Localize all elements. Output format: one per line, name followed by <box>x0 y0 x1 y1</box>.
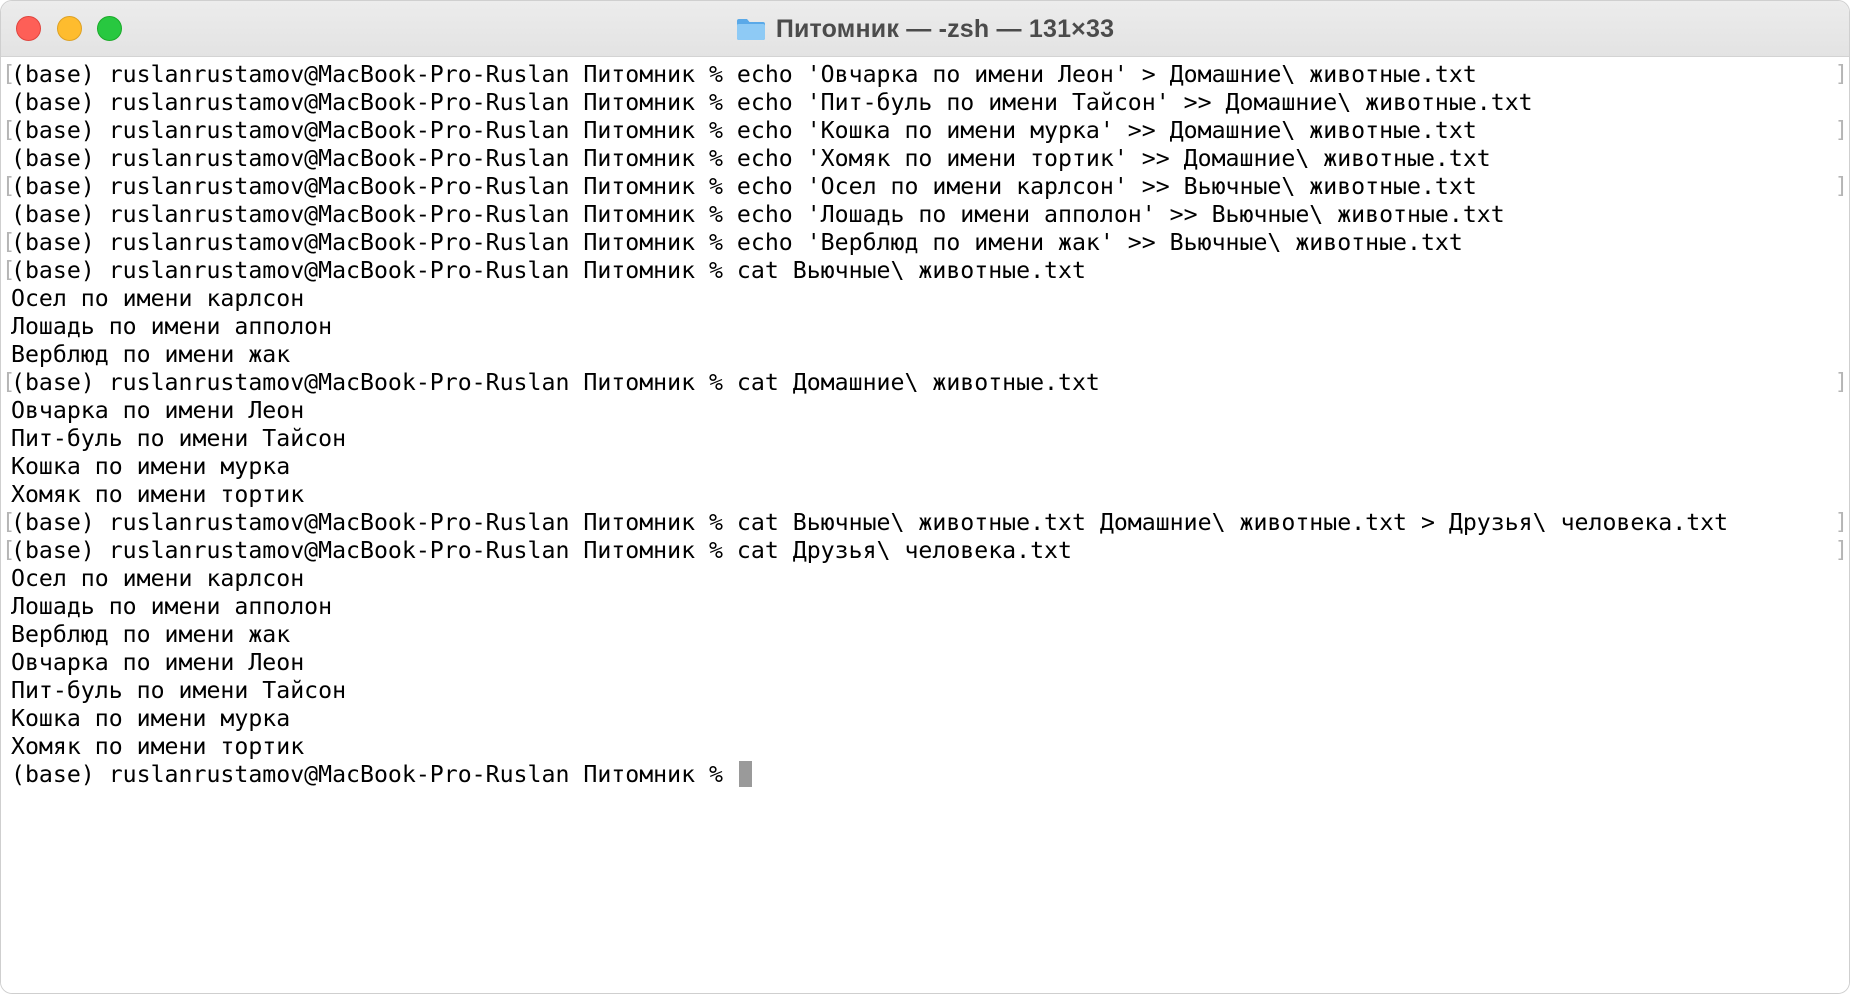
terminal-line: (base) ruslanrustamov@MacBook-Pro-Ruslan… <box>11 145 1491 172</box>
terminal-line: (base) ruslanrustamov@MacBook-Pro-Ruslan… <box>11 117 1477 144</box>
line-marker-right: ] <box>1834 370 1848 395</box>
terminal-line: (base) ruslanrustamov@MacBook-Pro-Ruslan… <box>11 369 1100 396</box>
terminal-window: Питомник — -zsh — 131×33 [] (base) ruslan… <box>0 0 1850 994</box>
terminal-line: Лошадь по имени апполон <box>11 313 333 340</box>
terminal-line: Кошка по имени мурка <box>11 705 291 732</box>
line-marker-right: ] <box>1834 538 1848 563</box>
terminal-line: Хомяк по имени тортик <box>11 733 305 760</box>
terminal-line: (base) ruslanrustamov@MacBook-Pro-Ruslan… <box>11 761 752 789</box>
terminal-line: Овчарка по имени Леон <box>11 649 305 676</box>
terminal-line: Овчарка по имени Леон <box>11 397 305 424</box>
text-cursor <box>738 761 752 787</box>
line-marker-right: ] <box>1834 174 1848 199</box>
terminal-line: (base) ruslanrustamov@MacBook-Pro-Ruslan… <box>11 537 1072 564</box>
terminal-output[interactable]: [] (base) ruslanrustamov@MacBook-Pro-Rusl… <box>1 58 1849 993</box>
terminal-line: (base) ruslanrustamov@MacBook-Pro-Ruslan… <box>11 89 1533 116</box>
terminal-line: (base) ruslanrustamov@MacBook-Pro-Ruslan… <box>11 61 1477 88</box>
terminal-line: Пит-буль по имени Тайсон <box>11 677 347 704</box>
line-marker-right: ] <box>1834 118 1848 143</box>
title-bar[interactable]: Питомник — -zsh — 131×33 <box>1 1 1849 57</box>
terminal-line: (base) ruslanrustamov@MacBook-Pro-Ruslan… <box>11 173 1477 200</box>
terminal-line: Лошадь по имени апполон <box>11 593 333 620</box>
terminal-line: (base) ruslanrustamov@MacBook-Pro-Ruslan… <box>11 229 1463 256</box>
terminal-line: (base) ruslanrustamov@MacBook-Pro-Ruslan… <box>11 257 1086 284</box>
terminal-line: Верблюд по имени жак <box>11 341 291 368</box>
line-marker-right: ] <box>1834 62 1848 87</box>
terminal-line: (base) ruslanrustamov@MacBook-Pro-Ruslan… <box>11 509 1729 536</box>
terminal-line: Кошка по имени мурка <box>11 453 291 480</box>
terminal-line: Осел по имени карлсон <box>11 565 305 592</box>
terminal-line: Осел по имени карлсон <box>11 285 305 312</box>
window-title-group: Питомник — -zsh — 131×33 <box>1 1 1849 57</box>
terminal-line: Верблюд по имени жак <box>11 621 291 648</box>
terminal-line: (base) ruslanrustamov@MacBook-Pro-Ruslan… <box>11 201 1505 228</box>
terminal-line: Хомяк по имени тортик <box>11 481 305 508</box>
folder-icon <box>736 17 766 41</box>
terminal-line: Пит-буль по имени Тайсон <box>11 425 347 452</box>
window-title: Питомник — -zsh — 131×33 <box>775 14 1115 43</box>
line-marker-right: ] <box>1834 510 1848 535</box>
